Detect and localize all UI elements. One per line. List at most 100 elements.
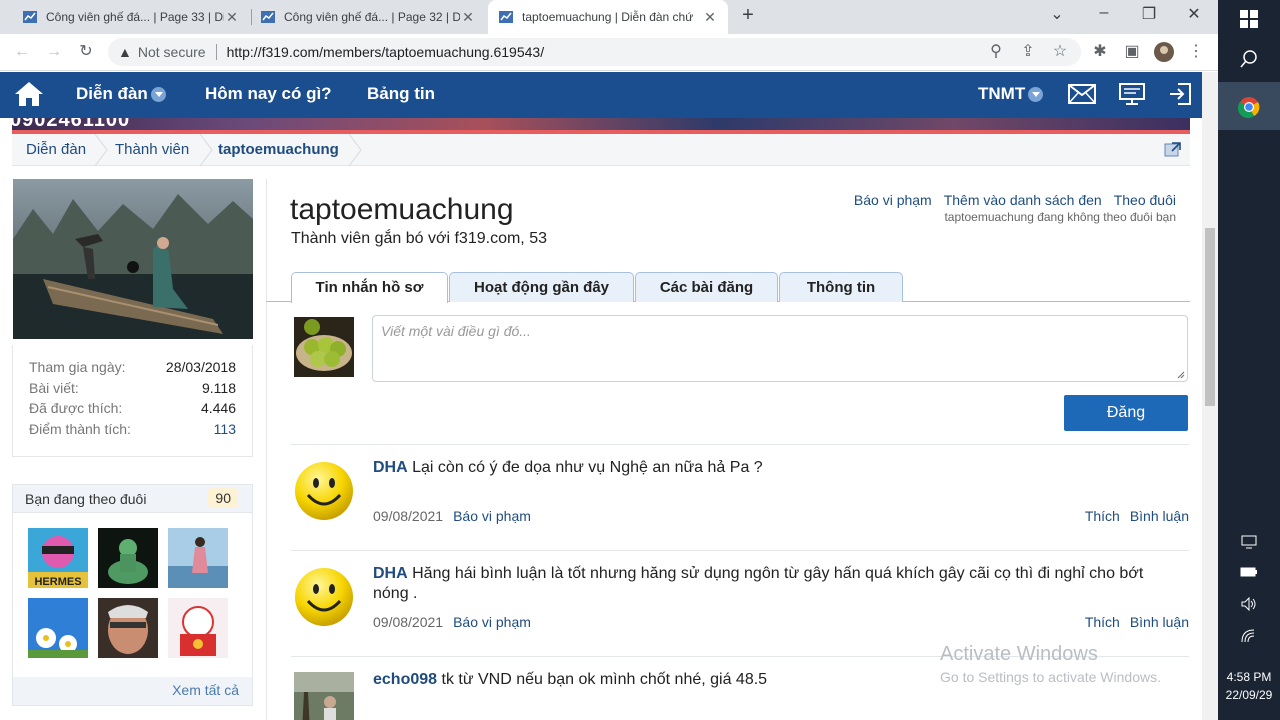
following-count-badge: 90 bbox=[208, 488, 238, 508]
wifi-icon[interactable] bbox=[1241, 629, 1257, 643]
bookmark-star-icon[interactable]: ☆ bbox=[1050, 42, 1070, 62]
stat-row: Tham gia ngày: 28/03/2018 bbox=[29, 359, 236, 380]
profile-user-title: Thành viên gắn bó với f319.com, 53 bbox=[291, 230, 547, 247]
nav-user-menu[interactable]: TNMT bbox=[978, 84, 1044, 104]
browser-tab[interactable]: Công viên ghế đá... | Page 33 | Di ✕ bbox=[12, 0, 250, 34]
tab-recent-activity[interactable]: Hoạt động gần đây bbox=[449, 272, 634, 302]
nav-user-label: TNMT bbox=[978, 84, 1026, 103]
followed-user-avatar[interactable] bbox=[28, 598, 88, 658]
scrollbar-thumb[interactable] bbox=[1205, 228, 1215, 406]
smiley-avatar-icon[interactable] bbox=[294, 567, 354, 627]
chrome-icon bbox=[1238, 97, 1260, 118]
close-tab-icon[interactable]: ✕ bbox=[460, 9, 476, 26]
comment-link[interactable]: Bình luận bbox=[1130, 614, 1189, 630]
breadcrumb-chevron-icon bbox=[348, 134, 362, 166]
restore-icon[interactable]: ❐ bbox=[1139, 4, 1159, 24]
resize-grip-icon[interactable] bbox=[1177, 371, 1185, 379]
add-to-ignore-link[interactable]: Thêm vào danh sách đen bbox=[944, 192, 1102, 208]
comment-link[interactable]: Bình luận bbox=[1130, 508, 1189, 524]
post-button[interactable]: Đăng bbox=[1064, 395, 1188, 431]
profile-tabs: Tin nhắn hồ sơ Hoạt động gần đây Các bài… bbox=[266, 272, 1190, 303]
close-window-icon[interactable]: ✕ bbox=[1184, 4, 1204, 24]
side-panel-icon[interactable]: ▣ bbox=[1122, 42, 1142, 62]
url-text: http://f319.com/members/taptoemuachung.6… bbox=[226, 44, 545, 60]
clock-time: 4:58 PM bbox=[1226, 670, 1272, 684]
close-tab-icon[interactable]: ✕ bbox=[702, 9, 718, 26]
stat-value: 9.118 bbox=[202, 379, 236, 396]
nav-forums[interactable]: Diễn đàn bbox=[76, 84, 166, 104]
tab-title: Công viên ghế đá... | Page 32 | Di bbox=[284, 10, 460, 24]
system-clock[interactable]: 4:58 PM 22/09/29 bbox=[1218, 668, 1280, 704]
tab-search-icon[interactable]: ⌄ bbox=[1047, 4, 1067, 24]
new-tab-icon[interactable]: + bbox=[738, 4, 758, 27]
profile-avatar[interactable] bbox=[13, 179, 253, 339]
user-avatar[interactable] bbox=[294, 672, 354, 720]
close-tab-icon[interactable]: ✕ bbox=[224, 9, 240, 26]
follow-status-note: taptoemuachung đang không theo đuôi bạn bbox=[944, 210, 1176, 224]
menu-kebab-icon[interactable]: ⋮ bbox=[1186, 42, 1206, 62]
site-favicon-icon bbox=[499, 11, 513, 23]
breadcrumb-chevron-icon bbox=[94, 134, 108, 166]
follow-link[interactable]: Theo đuôi bbox=[1114, 192, 1176, 208]
message-author[interactable]: DHA bbox=[373, 565, 408, 582]
message-author[interactable]: DHA bbox=[373, 459, 408, 476]
share-icon[interactable]: ⇪ bbox=[1018, 42, 1038, 62]
message-report-link[interactable]: Báo vi phạm bbox=[453, 508, 531, 524]
alerts-monitor-icon[interactable] bbox=[1118, 82, 1146, 106]
windows-start-icon[interactable] bbox=[1240, 10, 1258, 28]
reload-icon[interactable]: ↻ bbox=[76, 42, 96, 62]
search-icon[interactable] bbox=[1240, 50, 1258, 68]
message-text: Hăng hái bình luận là tốt nhưng hăng sử … bbox=[373, 565, 1144, 602]
tab-profile-posts[interactable]: Tin nhắn hồ sơ bbox=[291, 272, 448, 303]
site-navbar: Diễn đàn Hôm nay có gì? Bảng tin TNMT bbox=[0, 72, 1202, 118]
profile-avatar-icon[interactable] bbox=[1154, 42, 1174, 62]
see-all-link[interactable]: Xem tất cả bbox=[13, 677, 252, 705]
battery-icon[interactable] bbox=[1240, 567, 1258, 577]
like-link[interactable]: Thích bbox=[1085, 614, 1120, 630]
browser-tab-active[interactable]: taptoemuachung | Diễn đàn chứ ✕ bbox=[488, 0, 728, 34]
breadcrumb-forums[interactable]: Diễn đàn bbox=[26, 141, 86, 158]
tab-information[interactable]: Thông tin bbox=[779, 272, 903, 302]
zoom-icon[interactable]: ⚲ bbox=[986, 42, 1006, 62]
tab-postings[interactable]: Các bài đăng bbox=[635, 272, 778, 302]
popout-icon[interactable] bbox=[1164, 141, 1182, 157]
tab-title: Công viên ghế đá... | Page 33 | Di bbox=[46, 10, 224, 24]
minimize-icon[interactable]: – bbox=[1094, 4, 1114, 22]
inbox-mail-icon[interactable] bbox=[1068, 84, 1096, 104]
volume-icon[interactable] bbox=[1241, 597, 1257, 611]
network-display-icon[interactable] bbox=[1241, 535, 1257, 549]
extensions-icon[interactable]: ✱ bbox=[1090, 42, 1110, 62]
home-icon[interactable] bbox=[14, 81, 44, 107]
message-body: DHA Hăng hái bình luận là tốt nhưng hăng… bbox=[373, 564, 1173, 604]
followed-user-avatar[interactable] bbox=[168, 598, 228, 658]
message-body: DHA Lại còn có ý đe dọa như vụ Nghệ an n… bbox=[373, 458, 1173, 478]
followed-user-avatar[interactable] bbox=[98, 528, 158, 588]
profile-message: DHA Lại còn có ý đe dọa như vụ Nghệ an n… bbox=[291, 457, 1189, 549]
stat-value: 28/03/2018 bbox=[165, 359, 236, 375]
forward-icon[interactable]: → bbox=[44, 42, 64, 62]
message-author[interactable]: echo098 bbox=[373, 671, 437, 688]
nav-news[interactable]: Bảng tin bbox=[367, 84, 435, 104]
trophy-points-link[interactable]: 113 bbox=[214, 421, 236, 442]
smiley-avatar-icon[interactable] bbox=[294, 461, 354, 521]
followed-user-avatar[interactable]: HERMES bbox=[28, 528, 88, 588]
status-input[interactable]: Viết một vài điều gì đó... bbox=[372, 315, 1188, 382]
logout-icon[interactable] bbox=[1168, 82, 1192, 106]
followed-user-avatar[interactable] bbox=[98, 598, 158, 658]
browser-tab[interactable]: Công viên ghế đá... | Page 32 | Di ✕ bbox=[250, 0, 486, 34]
followed-user-avatar[interactable] bbox=[168, 528, 228, 588]
nav-whats-new[interactable]: Hôm nay có gì? bbox=[205, 84, 332, 104]
address-bar[interactable]: ▲ Not secure http://f319.com/members/tap… bbox=[108, 38, 1081, 66]
activate-windows-title: Activate Windows bbox=[940, 643, 1098, 665]
report-link[interactable]: Báo vi phạm bbox=[854, 192, 932, 208]
message-report-link[interactable]: Báo vi phạm bbox=[453, 614, 531, 630]
breadcrumb-current[interactable]: taptoemuachung bbox=[218, 141, 339, 158]
message-date[interactable]: 09/08/2021 bbox=[373, 508, 443, 524]
site-favicon-icon bbox=[23, 11, 37, 23]
back-icon[interactable]: ← bbox=[12, 42, 32, 62]
breadcrumb-members[interactable]: Thành viên bbox=[115, 141, 189, 158]
stat-row: Điểm thành tích: 113 bbox=[29, 421, 236, 442]
like-link[interactable]: Thích bbox=[1085, 508, 1120, 524]
message-meta: 09/08/2021 Báo vi phạm bbox=[373, 614, 531, 630]
message-date[interactable]: 09/08/2021 bbox=[373, 614, 443, 630]
